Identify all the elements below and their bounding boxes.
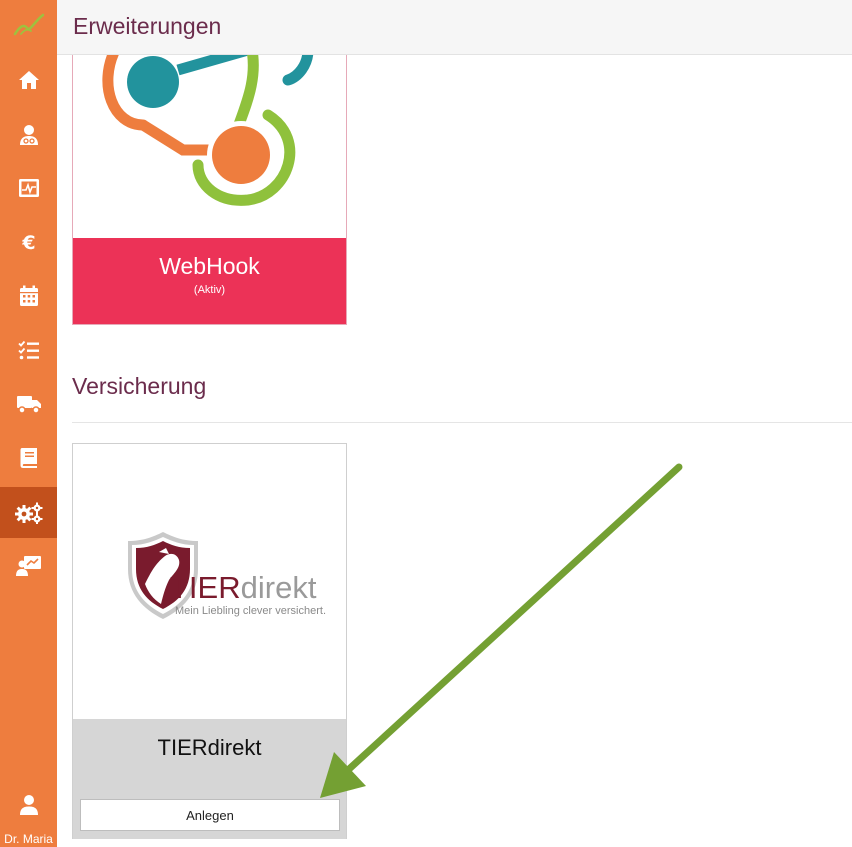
- section-title: Versicherung: [72, 373, 207, 399]
- app-logo-icon: [13, 13, 44, 36]
- tierdirekt-card[interactable]: TIERdirekt Mein Liebling clever versiche…: [72, 443, 347, 839]
- book-icon: [20, 448, 37, 468]
- sidebar-item-presentation[interactable]: [0, 541, 57, 591]
- app-logo[interactable]: [0, 2, 57, 48]
- home-icon: [18, 71, 39, 89]
- webhook-status: (Aktiv): [193, 284, 226, 296]
- sidebar-item-book[interactable]: [0, 433, 57, 483]
- svg-text:€: €: [21, 232, 35, 253]
- webhook-card-footer: WebHook (Aktiv): [73, 238, 346, 324]
- sidebar-item-finance[interactable]: €: [0, 217, 57, 267]
- tierdirekt-logo: TIERdirekt Mein Liebling clever versiche…: [73, 444, 346, 719]
- sidebar-item-delivery[interactable]: [0, 379, 57, 429]
- sidebar-item-home[interactable]: [0, 55, 57, 105]
- page-header: Erweiterungen: [57, 0, 852, 55]
- webhook-logo-icon: [102, 55, 314, 206]
- tierdirekt-name: TIERdirekt: [157, 735, 262, 760]
- tierdirekt-logo-icon: TIERdirekt Mein Liebling clever versiche…: [128, 532, 326, 619]
- sidebar-item-tasks[interactable]: [0, 325, 57, 375]
- tierdirekt-logo-tagline: Mein Liebling clever versichert.: [175, 605, 326, 617]
- sidebar-user[interactable]: [0, 780, 57, 830]
- webhook-logo: [73, 55, 346, 238]
- sidebar-item-settings[interactable]: [0, 487, 57, 538]
- truck-icon: [16, 396, 41, 414]
- anlegen-button[interactable]: Anlegen: [80, 799, 340, 831]
- patient-icon: [19, 125, 38, 145]
- webhook-card[interactable]: WebHook (Aktiv): [72, 55, 347, 325]
- gears-icon: [14, 502, 42, 524]
- monitor-chart-icon: [18, 179, 39, 197]
- checklist-icon: [17, 340, 39, 360]
- section-divider: [72, 422, 852, 423]
- sidebar-item-monitor[interactable]: [0, 163, 57, 213]
- user-name: Dr. Maria: [4, 832, 53, 846]
- webhook-name: WebHook: [159, 253, 260, 279]
- calendar-icon: [19, 285, 38, 306]
- presentation-icon: [15, 556, 41, 576]
- page-title: Erweiterungen: [73, 13, 222, 39]
- user-icon: [19, 795, 38, 815]
- sidebar-item-calendar[interactable]: [0, 271, 57, 321]
- sidebar: € Dr. Maria: [0, 0, 57, 847]
- sidebar-item-patients[interactable]: [0, 110, 57, 160]
- euro-icon: €: [21, 232, 35, 253]
- tierdirekt-logo-brand: TIERdirekt: [170, 570, 317, 605]
- tierdirekt-card-footer: TIERdirekt Anlegen: [73, 719, 346, 839]
